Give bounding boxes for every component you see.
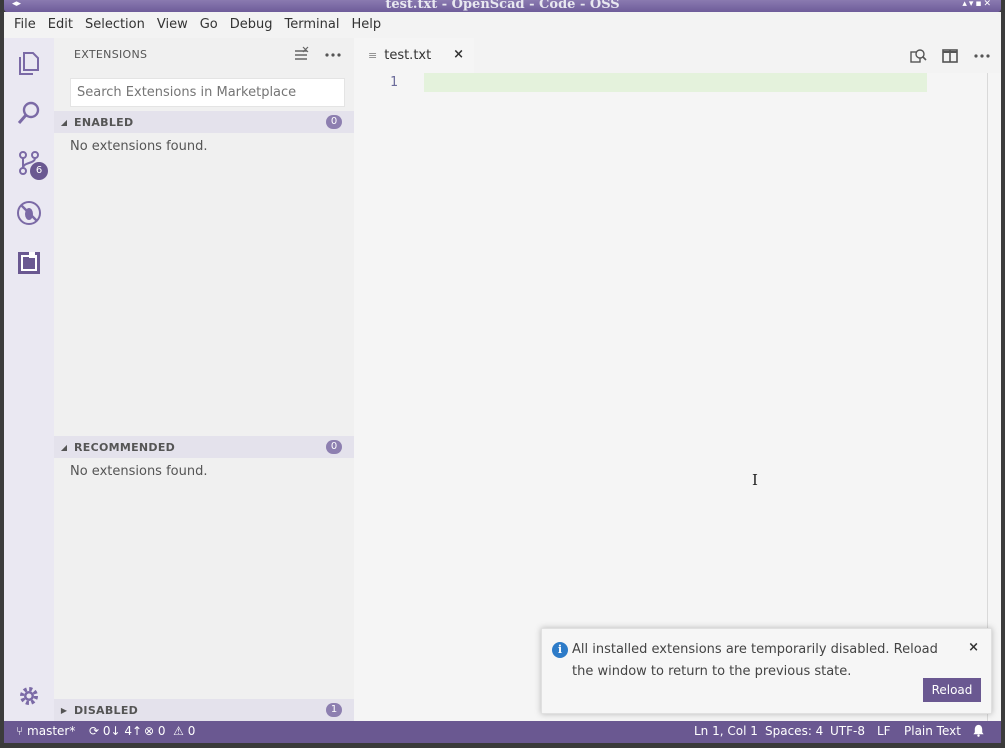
notification-message: All installed extensions are temporarily…	[572, 642, 938, 679]
activity-settings[interactable]	[4, 671, 54, 721]
section-recommended-count: 0	[326, 440, 342, 454]
source-control-badge: 6	[30, 162, 48, 180]
files-icon	[19, 52, 39, 75]
menu-bar: File Edit Selection View Go Debug Termin…	[4, 12, 1001, 38]
split-editor-icon[interactable]	[941, 47, 959, 65]
status-indentation[interactable]: Spaces: 4	[765, 724, 823, 738]
window-bottom-edge	[0, 743, 1005, 748]
caret-down-icon: ◢	[60, 117, 68, 127]
caret-down-icon: ◢	[60, 442, 68, 452]
status-sync[interactable]: ⟳ 0↓ 4↑	[89, 724, 142, 738]
sync-icon: ⟳	[89, 724, 100, 738]
section-disabled[interactable]: ▶ DISABLED 1	[54, 699, 354, 721]
info-icon: i	[552, 642, 568, 658]
activity-source-control[interactable]	[4, 138, 54, 188]
menu-help[interactable]: Help	[345, 12, 387, 38]
warning-icon: ⚠	[169, 724, 184, 738]
line-number: 1	[390, 75, 398, 90]
activity-debug[interactable]	[4, 188, 54, 238]
section-disabled-label: DISABLED	[74, 703, 139, 717]
more-actions-icon[interactable]	[324, 46, 342, 64]
sync-counts: 0↓ 4↑	[102, 724, 143, 738]
menu-file[interactable]: File	[8, 12, 42, 38]
sidebar-actions	[292, 46, 342, 64]
section-disabled-count: 1	[326, 703, 342, 717]
menu-go[interactable]: Go	[194, 12, 224, 38]
window-right-controls[interactable]: ▴▾▪✕	[962, 0, 993, 9]
editor-actions	[909, 47, 991, 65]
section-enabled[interactable]: ◢ ENABLED 0	[54, 111, 354, 133]
close-icon[interactable]: ×	[968, 640, 979, 655]
caret-right-icon: ▶	[60, 705, 68, 715]
extensions-search-input[interactable]	[70, 78, 345, 107]
file-lines-icon: ≡	[368, 49, 378, 62]
activity-explorer[interactable]	[4, 38, 54, 88]
section-recommended-label: RECOMMENDED	[74, 440, 176, 454]
error-icon: ⊗	[144, 724, 155, 738]
clear-extensions-icon[interactable]	[292, 46, 310, 64]
editor-tabs: ≡ test.txt ×	[354, 38, 1001, 73]
editor-scrollbar[interactable]	[987, 73, 1001, 721]
reload-button[interactable]: Reload	[923, 678, 981, 702]
section-enabled-label: ENABLED	[74, 115, 134, 129]
menu-selection[interactable]: Selection	[79, 12, 151, 38]
section-recommended[interactable]: ◢ RECOMMENDED 0	[54, 436, 354, 458]
git-branch-icon: ⑂	[16, 724, 24, 738]
close-icon[interactable]: ×	[453, 47, 464, 62]
current-line-highlight	[424, 73, 927, 92]
window-title: test.txt - OpenScad - Code - OSS	[385, 0, 620, 12]
text-cursor-icon: I	[752, 471, 758, 489]
notification-toast: i All installed extensions are temporari…	[541, 628, 992, 714]
menu-edit[interactable]: Edit	[42, 12, 79, 38]
debug-icon	[17, 201, 41, 225]
status-language[interactable]: Plain Text	[904, 724, 961, 738]
status-eol[interactable]: LF	[877, 724, 891, 738]
status-problems[interactable]: ⊗ 0 ⚠ 0	[144, 724, 195, 738]
warning-count: 0	[187, 724, 196, 738]
tab-test-txt[interactable]: ≡ test.txt ×	[354, 38, 474, 73]
branch-name: master*	[27, 724, 76, 738]
activity-bar: 6	[4, 38, 54, 721]
status-encoding[interactable]: UTF-8	[830, 724, 865, 738]
gear-icon	[20, 687, 38, 705]
title-bar-inner: ◂▸ test.txt - OpenScad - Code - OSS ▴▾▪✕	[4, 0, 1001, 12]
menu-debug[interactable]: Debug	[224, 12, 279, 38]
status-branch[interactable]: ⑂ master*	[16, 724, 75, 738]
status-position[interactable]: Ln 1, Col 1	[694, 724, 758, 738]
recommended-empty-message: No extensions found.	[70, 464, 208, 479]
sidebar-title: EXTENSIONS	[74, 48, 148, 61]
enabled-empty-message: No extensions found.	[70, 139, 208, 154]
error-count: 0	[157, 724, 166, 738]
extensions-sidebar: EXTENSIONS ◢ ENABLED 0 No extensions fou…	[54, 38, 354, 721]
search-icon	[17, 101, 40, 124]
status-bar: ⑂ master* ⟳ 0↓ 4↑ ⊗ 0 ⚠ 0 Ln 1, Col 1 Sp…	[4, 721, 1001, 743]
menu-terminal[interactable]: Terminal	[279, 12, 346, 38]
section-enabled-count: 0	[326, 115, 342, 129]
activity-extensions[interactable]	[4, 238, 54, 288]
tab-label: test.txt	[384, 48, 432, 63]
extensions-icon	[18, 252, 40, 274]
bell-icon[interactable]	[972, 724, 985, 740]
activity-search[interactable]	[4, 88, 54, 138]
window-title-bar: ◂▸ test.txt - OpenScad - Code - OSS ▴▾▪✕	[0, 0, 1005, 12]
open-changes-icon[interactable]	[909, 47, 927, 65]
editor-area[interactable]: ≡ test.txt × 1 I	[354, 38, 1001, 721]
menu-view[interactable]: View	[151, 12, 194, 38]
more-actions-icon[interactable]	[973, 47, 991, 65]
